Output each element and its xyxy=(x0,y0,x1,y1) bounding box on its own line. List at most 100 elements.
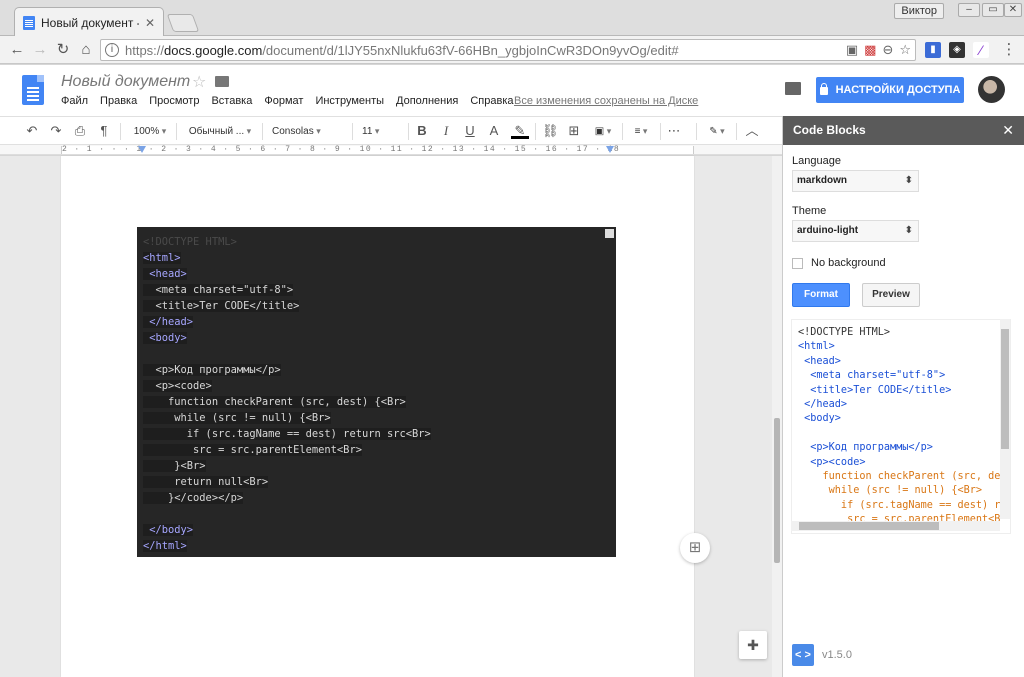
insert-comment-icon[interactable]: ⊞ xyxy=(566,122,582,140)
ruler[interactable]: 2 · 1 · · · 1 · 2 · 3 · 4 · 5 · 6 · 7 · … xyxy=(0,145,782,155)
add-comment-button[interactable]: ⊞ xyxy=(680,533,710,563)
code-line: <p>Код программы</p> xyxy=(143,364,281,376)
extension-icon[interactable]: ▮ xyxy=(925,42,941,58)
star-icon[interactable]: ☆ xyxy=(192,72,206,92)
maximize-button[interactable]: ▭ xyxy=(982,3,1004,17)
code-preview[interactable]: <!DOCTYPE HTML> <html> <head> <meta char… xyxy=(791,319,1011,534)
preview-button[interactable]: Preview xyxy=(862,283,920,307)
code-line: src = src.parentElement<Br> xyxy=(143,444,362,456)
menu-addons[interactable]: Дополнения xyxy=(396,95,458,107)
url-path: /document/d/1lJY55nxNlukfu63fV-66HBn_ygb… xyxy=(262,42,679,58)
blocked-icon[interactable]: ▩ xyxy=(864,42,876,58)
document-scroll-thumb[interactable] xyxy=(774,418,780,563)
tab-close-icon[interactable]: ✕ xyxy=(145,16,155,30)
close-window-button[interactable]: ✕ xyxy=(1004,3,1022,17)
explore-button[interactable]: ✚ xyxy=(739,631,767,659)
editing-mode-icon[interactable]: ✎ xyxy=(704,122,730,140)
cast-icon[interactable]: ▣ xyxy=(846,42,858,58)
paint-format-icon[interactable]: ¶ xyxy=(96,122,112,140)
preview-line: </head> xyxy=(798,398,848,410)
code-line: </head> xyxy=(143,316,194,328)
preview-line: <html> xyxy=(798,341,835,353)
menu-view[interactable]: Просмотр xyxy=(149,95,199,107)
link-icon[interactable]: ⛓ xyxy=(542,122,559,140)
saved-status-link[interactable]: Все изменения сохранены на Диске xyxy=(514,95,698,107)
no-background-checkbox[interactable] xyxy=(792,258,803,269)
toolbar-divider xyxy=(535,123,536,140)
reload-icon[interactable]: ↻ xyxy=(54,41,72,59)
menu-help[interactable]: Справка xyxy=(470,95,513,107)
home-icon[interactable]: ⌂ xyxy=(77,41,95,59)
panel-header: Code Blocks ✕ xyxy=(783,116,1024,145)
document-title[interactable]: Новый документ xyxy=(61,73,190,91)
italic-icon[interactable]: I xyxy=(438,122,454,140)
preview-line xyxy=(798,427,1010,441)
collapse-chevron-icon[interactable]: ︿ xyxy=(744,122,760,140)
code-block-handle-icon[interactable] xyxy=(605,229,614,238)
browser-tabstrip: Новый документ - ✕ Виктор – ▭ ✕ xyxy=(0,0,1024,37)
avatar[interactable] xyxy=(978,76,1005,103)
menu-tools[interactable]: Инструменты xyxy=(315,95,384,107)
preview-line: <p><code> xyxy=(798,456,866,468)
code-line: <body> xyxy=(143,332,187,344)
formatting-toolbar: ↶ ↷ ⎙ ¶ 100% Обычный ... Consolas 11 B I… xyxy=(0,116,782,145)
preview-horizontal-scrollbar[interactable] xyxy=(791,521,1000,531)
minimize-button[interactable]: – xyxy=(958,3,980,17)
browser-tab[interactable]: Новый документ - ✕ xyxy=(14,7,164,37)
highlight-color-icon[interactable]: ✎ xyxy=(511,122,529,139)
toolbar-divider xyxy=(736,123,737,140)
toolbar-divider xyxy=(696,123,697,140)
menu-insert[interactable]: Вставка xyxy=(211,95,252,107)
forward-icon[interactable]: → xyxy=(31,41,49,59)
code-line: while (src != null) {<Br> xyxy=(143,412,331,424)
document-scrollbar[interactable] xyxy=(772,156,782,677)
font-select[interactable]: Consolas xyxy=(272,122,346,140)
toolbar-divider xyxy=(660,123,661,140)
underline-icon[interactable]: U xyxy=(462,122,478,140)
folder-icon[interactable] xyxy=(215,76,229,87)
pen-extension-icon[interactable]: ⁄ xyxy=(973,42,989,58)
preview-vscroll-thumb[interactable] xyxy=(1001,329,1009,449)
panel-close-icon[interactable]: ✕ xyxy=(1002,116,1014,145)
code-block[interactable]: <!DOCTYPE HTML> <html> <head> <meta char… xyxy=(137,227,616,557)
menu-edit[interactable]: Правка xyxy=(100,95,137,107)
code-line: }</code></p> xyxy=(143,492,244,504)
address-bar-row: ← → ↻ ⌂ i https://docs.google.com/docume… xyxy=(0,36,1024,64)
shield-extension-icon[interactable]: ◈ xyxy=(949,42,965,58)
comments-icon[interactable] xyxy=(785,82,801,95)
zoom-icon[interactable]: ⊖ xyxy=(882,42,893,58)
more-icon[interactable]: ⋯ xyxy=(666,122,682,140)
toolbar-divider xyxy=(408,123,409,140)
menu-file[interactable]: Файл xyxy=(61,95,88,107)
style-select[interactable]: Обычный ... xyxy=(184,122,256,140)
no-background-label: No background xyxy=(811,257,886,269)
back-icon[interactable]: ← xyxy=(8,41,26,59)
theme-select[interactable]: arduino-light xyxy=(792,220,919,242)
text-color-icon[interactable]: A xyxy=(486,122,502,140)
profile-badge[interactable]: Виктор xyxy=(894,3,944,19)
bookmark-star-icon[interactable]: ☆ xyxy=(899,42,911,58)
zoom-select[interactable]: 100% xyxy=(130,122,170,140)
redo-icon[interactable]: ↷ xyxy=(48,122,64,140)
bold-icon[interactable]: B xyxy=(414,122,430,140)
format-button[interactable]: Format xyxy=(792,283,850,307)
toolbar-divider xyxy=(262,123,263,140)
docs-logo-icon[interactable] xyxy=(22,75,44,105)
new-tab-button[interactable] xyxy=(166,14,200,32)
url-input[interactable]: i https://docs.google.com/document/d/1lJ… xyxy=(100,39,916,61)
preview-vertical-scrollbar[interactable] xyxy=(1000,319,1010,519)
menu-format[interactable]: Формат xyxy=(264,95,303,107)
font-size-select[interactable]: 11 xyxy=(362,122,402,140)
chrome-menu-icon[interactable]: ⋮ xyxy=(1000,41,1018,59)
info-icon[interactable]: i xyxy=(105,43,119,57)
undo-icon[interactable]: ↶ xyxy=(24,122,40,140)
share-button[interactable]: НАСТРОЙКИ ДОСТУПА xyxy=(816,77,964,103)
toolbar-divider xyxy=(176,123,177,140)
preview-hscroll-thumb[interactable] xyxy=(799,522,939,530)
language-select[interactable]: markdown xyxy=(792,170,919,192)
print-icon[interactable]: ⎙ xyxy=(72,122,88,140)
align-icon[interactable]: ≡ xyxy=(628,122,654,140)
insert-image-icon[interactable]: ▣ xyxy=(590,122,616,140)
url-scheme: https:// xyxy=(125,42,165,58)
